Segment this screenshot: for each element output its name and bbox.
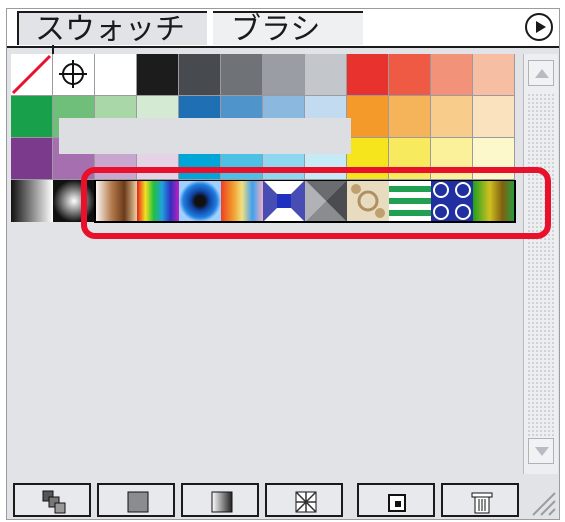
trash-icon	[471, 492, 493, 514]
show-gradient-swatches-button[interactable]	[181, 483, 259, 517]
swatch-registration[interactable]	[53, 54, 95, 96]
swatch-color[interactable]	[263, 54, 305, 96]
vertical-scrollbar[interactable]	[523, 54, 558, 474]
show-all-swatches-icon	[42, 490, 66, 514]
swatch-color[interactable]	[473, 54, 515, 96]
show-pattern-swatches-icon	[295, 491, 317, 513]
swatch-color[interactable]	[347, 138, 389, 180]
swatch-color[interactable]	[179, 54, 221, 96]
show-color-swatches-button[interactable]	[97, 483, 175, 517]
tooltip-overlay	[59, 118, 351, 154]
registration-icon	[59, 60, 87, 88]
swatch-color[interactable]	[431, 54, 473, 96]
swatch-grid	[11, 54, 521, 474]
bottom-toolbar	[13, 483, 519, 519]
swatch-color[interactable]	[473, 138, 515, 180]
swatch-none[interactable]	[11, 54, 53, 96]
swatch-color[interactable]	[95, 54, 137, 96]
scroll-track[interactable]	[528, 94, 554, 454]
swatch-color[interactable]	[221, 54, 263, 96]
panel-menu-button[interactable]	[525, 13, 553, 41]
show-gradient-swatches-icon	[211, 491, 233, 513]
swatches-panel: スウォッチ ブラシ	[6, 8, 560, 520]
none-slash-icon	[11, 54, 52, 95]
tab-bar: スウォッチ ブラシ	[7, 9, 559, 55]
swatch-color[interactable]	[431, 96, 473, 138]
delete-swatch-button[interactable]	[441, 483, 519, 517]
swatch-color[interactable]	[11, 96, 53, 138]
swatch-color[interactable]	[347, 54, 389, 96]
new-swatch-button[interactable]	[357, 483, 435, 517]
resize-grip[interactable]	[527, 487, 557, 517]
swatch-color[interactable]	[11, 138, 53, 180]
new-swatch-icon	[388, 494, 406, 512]
swatch-color[interactable]	[389, 96, 431, 138]
swatch-color[interactable]	[305, 54, 347, 96]
swatch-color[interactable]	[431, 138, 473, 180]
swatch-color[interactable]	[347, 96, 389, 138]
show-pattern-swatches-button[interactable]	[265, 483, 343, 517]
tab-brushes[interactable]: ブラシ	[213, 11, 363, 47]
gradient-pattern-row	[11, 180, 516, 223]
swatch-color[interactable]	[137, 54, 179, 96]
tab-underline	[7, 46, 559, 48]
swatch-color[interactable]	[389, 138, 431, 180]
show-color-swatches-icon	[127, 491, 149, 513]
swatch-color[interactable]	[473, 96, 515, 138]
scroll-down-button[interactable]	[528, 438, 554, 464]
swatch-color[interactable]	[389, 54, 431, 96]
scroll-up-button[interactable]	[528, 60, 554, 86]
show-all-swatches-button[interactable]	[13, 483, 91, 517]
tab-swatches[interactable]: スウォッチ	[17, 11, 207, 47]
